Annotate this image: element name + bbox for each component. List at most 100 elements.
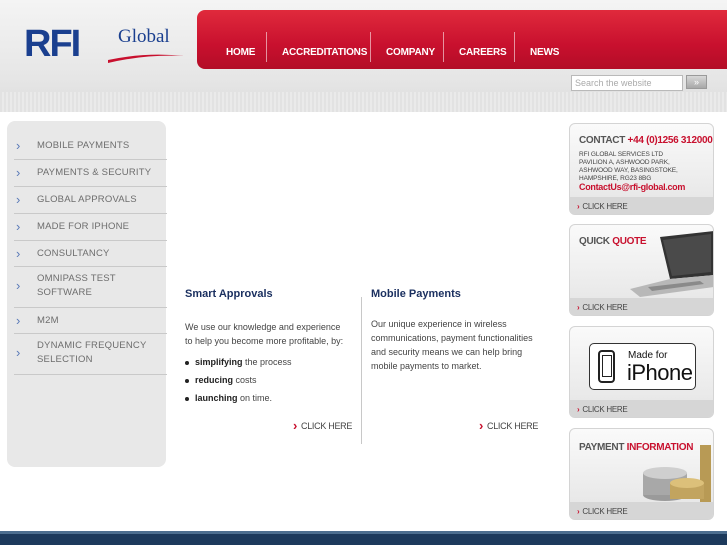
bullet-bold: reducing (195, 375, 234, 385)
chevron-right-icon: › (16, 345, 21, 360)
sidebar-item-label: MADE FOR IPHONE (37, 221, 130, 232)
sidebar-item-dynamic-frequency-selection[interactable]: › DYNAMIC FREQUENCY SELECTION (14, 334, 167, 375)
bullet-dot (185, 378, 189, 383)
nav-divider (370, 32, 371, 62)
quick-quote-click-here[interactable]: › CLICK HERE (577, 303, 628, 312)
sidebar-item-label: PAYMENTS & SECURITY (37, 167, 152, 178)
contact-phone: +44 (0)1256 312000 (627, 135, 713, 146)
click-here-label: CLICK HERE (582, 507, 628, 516)
click-here-label: CLICK HERE (487, 421, 539, 431)
smart-approvals-click-here[interactable]: › CLICK HERE (293, 418, 352, 433)
sidebar-item-label: OMNIPASS TEST SOFTWARE (37, 273, 116, 298)
bullet-item: simplifying the process (185, 357, 292, 367)
smart-approvals-intro: We use our knowledge and experience to h… (185, 322, 344, 346)
mobile-payments-body: Our unique experience in wireless commun… (371, 319, 533, 371)
bullet-text: on time. (237, 393, 273, 403)
contact-panel[interactable]: CONTACT +44 (0)1256 312000 RFI GLOBAL SE… (569, 123, 714, 215)
click-here-label: CLICK HERE (582, 303, 628, 312)
address-line: PAVILION A, ASHWOOD PARK, (579, 159, 670, 166)
contact-email-link[interactable]: ContactUs@rfi-global.com (579, 182, 685, 192)
mobile-payments-title: Mobile Payments (371, 288, 461, 300)
bullet-item: launching on time. (185, 393, 272, 403)
arrow-right-icon: › (293, 418, 298, 433)
sidebar-item-label: MOBILE PAYMENTS (37, 140, 130, 151)
nav-news[interactable]: NEWS (530, 47, 559, 58)
sidebar-item-made-for-iphone[interactable]: › MADE FOR IPHONE (14, 214, 167, 241)
address-line: RFI GLOBAL SERVICES LTD (579, 151, 663, 158)
search-input[interactable] (571, 75, 683, 91)
iphone-text: iPhone (627, 360, 693, 385)
panel-footer: › CLICK HERE (570, 197, 713, 214)
nav-accreditations[interactable]: ACCREDITATIONS (282, 47, 367, 58)
bullet-dot (185, 360, 189, 365)
nav-home[interactable]: HOME (226, 47, 255, 58)
payment-information-panel[interactable]: PAYMENT INFORMATION › CLICK HERE (569, 428, 714, 520)
iphone-icon (598, 350, 615, 383)
arrow-right-icon: › (577, 303, 580, 312)
sidebar-item-consultancy[interactable]: › CONSULTANCY (14, 241, 167, 267)
logo-global-text: Global (118, 26, 170, 47)
contact-click-here[interactable]: › CLICK HERE (577, 202, 628, 211)
address-line: ASHWOOD WAY, BASINGSTOKE, (579, 167, 678, 174)
mobile-payments-click-here[interactable]: › CLICK HERE (479, 418, 538, 433)
chevron-right-icon: › (16, 313, 21, 328)
sidebar-item-omnipass-test-software[interactable]: › OMNIPASS TEST SOFTWARE (14, 267, 167, 308)
nav-divider (266, 32, 267, 62)
made-for-iphone-panel[interactable]: Made for iPhone › CLICK HERE (569, 326, 714, 418)
sidebar-item-global-approvals[interactable]: › GLOBAL APPROVALS (14, 187, 167, 214)
click-here-label: CLICK HERE (582, 405, 628, 414)
panel-footer: › CLICK HERE (570, 502, 713, 519)
nav-divider (514, 32, 515, 62)
chevron-right-icon: › (16, 219, 21, 234)
header-stripe (0, 92, 727, 112)
bullet-item: reducing costs (185, 375, 257, 385)
search-button[interactable]: » (686, 75, 707, 89)
sidebar-item-payments-security[interactable]: › PAYMENTS & SECURITY (14, 160, 167, 187)
nav-divider (443, 32, 444, 62)
chevron-right-icon: › (16, 192, 21, 207)
footer-bar (0, 534, 727, 545)
bullet-text: the process (242, 357, 292, 367)
logo-rfi-text: RFI (24, 23, 81, 65)
chevron-right-icon: › (16, 246, 21, 261)
contact-address: RFI GLOBAL SERVICES LTD PAVILION A, ASHW… (579, 151, 678, 183)
payment-heading-a: PAYMENT (579, 442, 625, 453)
sidebar-item-mobile-payments[interactable]: › MOBILE PAYMENTS (14, 133, 167, 160)
logo-swoosh-icon (108, 54, 184, 63)
sidebar-item-m2m[interactable]: › M2M (14, 308, 167, 334)
column-divider (361, 297, 362, 444)
payment-click-here[interactable]: › CLICK HERE (577, 507, 628, 516)
quick-quote-heading-a: QUICK (579, 236, 610, 247)
nav-careers[interactable]: CAREERS (459, 47, 507, 58)
panel-footer: › CLICK HERE (570, 298, 713, 315)
panel-footer: › CLICK HERE (570, 400, 713, 417)
laptop-image (630, 231, 713, 297)
arrow-right-icon: › (577, 405, 580, 414)
chevron-right-icon: › (16, 165, 21, 180)
bullet-bold: simplifying (195, 357, 243, 367)
chevron-right-icon: › (16, 278, 21, 293)
nav-company[interactable]: COMPANY (386, 47, 435, 58)
made-for-iphone-badge: Made for iPhone (589, 343, 696, 390)
sidebar: › MOBILE PAYMENTS › PAYMENTS & SECURITY … (7, 121, 167, 467)
arrow-right-icon: › (479, 418, 484, 433)
rfi-global-logo[interactable]: RFI Global (24, 23, 184, 66)
contact-heading-label: CONTACT (579, 135, 626, 146)
arrow-right-icon: › (577, 202, 580, 211)
smart-approvals-title: Smart Approvals (185, 288, 273, 300)
bullet-text: costs (233, 375, 257, 385)
chevron-right-icon: › (16, 138, 21, 153)
iphone-click-here[interactable]: › CLICK HERE (577, 405, 628, 414)
sidebar-item-label: M2M (37, 315, 59, 326)
arrow-right-icon: › (577, 507, 580, 516)
click-here-label: CLICK HERE (582, 202, 628, 211)
contact-heading: CONTACT +44 (0)1256 312000 (579, 135, 713, 146)
main-navigation: HOME ACCREDITATIONS COMPANY CAREERS NEWS (197, 10, 727, 69)
bullet-bold: launching (195, 393, 238, 403)
sidebar-item-label: CONSULTANCY (37, 248, 110, 259)
quick-quote-panel[interactable]: QUICK QUOTE › CLICK HERE (569, 224, 714, 316)
sidebar-item-label: DYNAMIC FREQUENCY SELECTION (37, 340, 147, 365)
coins-image (643, 445, 711, 503)
click-here-label: CLICK HERE (301, 421, 353, 431)
sidebar-item-label: GLOBAL APPROVALS (37, 194, 137, 205)
